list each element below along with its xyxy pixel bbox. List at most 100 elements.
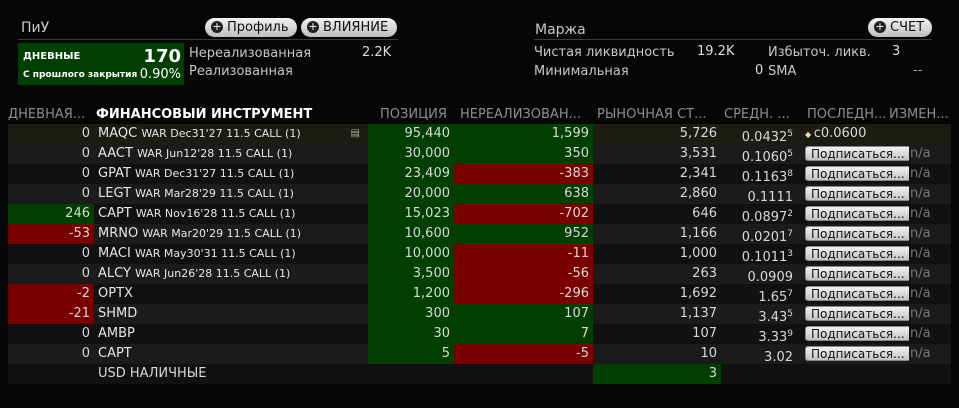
col-header-change[interactable]: ИЗМЕН... bbox=[889, 107, 955, 122]
instrument-symbol: MRNO bbox=[98, 226, 139, 241]
subscribe-button[interactable]: Подписаться... bbox=[805, 246, 909, 261]
impact-button[interactable]: + ВЛИЯНИЕ bbox=[301, 18, 397, 37]
table-row[interactable]: 0 ALCY WAR Jun26'28 11.5 CALL (1) 3,500 -56… bbox=[8, 264, 951, 284]
position-cell-text: 10,000 bbox=[404, 246, 451, 261]
avg-price-text: 0.0432 bbox=[741, 130, 788, 144]
avg-price-text: 3.02 bbox=[764, 350, 793, 364]
col-header-last[interactable]: ПОСЛЕДН... bbox=[807, 107, 887, 122]
last-price-cell[interactable]: Подписаться... bbox=[799, 204, 909, 224]
unrealized-pnl-cell: -296 bbox=[454, 284, 593, 304]
avg-price-fraction: 5 bbox=[787, 309, 793, 319]
instrument-symbol: OPTX bbox=[98, 286, 133, 301]
table-row[interactable]: 0 AMBP 30 7 107 3.339 Подписаться... n/a bbox=[8, 324, 951, 344]
table-row[interactable]: 0 CAPT 5 -5 10 3.02 Подписаться... n/a bbox=[8, 344, 951, 364]
instrument-cell[interactable]: LEGT WAR Mar28'29 11.5 CALL (1) bbox=[96, 184, 376, 204]
avg-price-cell: 3.435 bbox=[721, 304, 797, 324]
pnl-title: ПиУ bbox=[21, 20, 50, 36]
last-price-cell[interactable]: Подписаться... bbox=[799, 344, 909, 364]
last-price-cell[interactable]: Подписаться... bbox=[799, 324, 909, 344]
note-icon[interactable]: ▤ bbox=[351, 124, 360, 144]
instrument-cell[interactable]: MACI WAR May30'31 11.5 CALL (1) bbox=[96, 244, 376, 264]
avg-price-text: 0.1011 bbox=[741, 250, 788, 264]
account-button[interactable]: + СЧЕТ bbox=[868, 18, 932, 37]
change-cell bbox=[910, 124, 951, 144]
instrument-desc: WAR Dec31'27 11.5 CALL (1) bbox=[135, 167, 295, 180]
daily-pnl-cell: 0 bbox=[8, 244, 94, 264]
subscribe-button[interactable]: Подписаться... bbox=[805, 226, 909, 241]
table-row[interactable]: 0 MAQC WAR Dec31'27 11.5 CALL (1) ▤ 95,440 1… bbox=[8, 124, 951, 144]
table-row[interactable]: -2 OPTX 1,200 -296 1,692 1.657 Подписаться... n… bbox=[8, 284, 951, 304]
cash-market-value: 3 bbox=[593, 364, 721, 384]
change-cell: n/a bbox=[910, 184, 951, 204]
position-cell-text: 300 bbox=[425, 306, 450, 321]
col-header-avg-price[interactable]: СРЕДН. ... bbox=[724, 107, 800, 122]
position-cell-text: 1,200 bbox=[412, 286, 450, 301]
change-cell: n/a bbox=[910, 224, 951, 244]
unrealized-pnl-cell: -11 bbox=[454, 244, 593, 264]
subscribe-button[interactable]: Подписаться... bbox=[805, 306, 909, 321]
instrument-cell[interactable]: CAPT WAR Nov16'28 11.5 CALL (1) bbox=[96, 204, 376, 224]
unrealized-pnl-cell-text: -5 bbox=[576, 346, 589, 361]
unrealized-pnl-cell-text: 107 bbox=[564, 306, 589, 321]
col-header-instrument[interactable]: ФИНАНСОВЫЙ ИНСТРУМЕНТ bbox=[96, 107, 366, 122]
subscribe-button[interactable]: Подписаться... bbox=[805, 146, 909, 161]
last-price-cell[interactable]: Подписаться... bbox=[799, 244, 909, 264]
profile-button[interactable]: + Профиль bbox=[205, 18, 297, 37]
instrument-cell[interactable]: MAQC WAR Dec31'27 11.5 CALL (1) ▤ bbox=[96, 124, 376, 144]
table-row[interactable]: 0 MACI WAR May30'31 11.5 CALL (1) 10,000 -1… bbox=[8, 244, 951, 264]
market-value-cell: 2,341 bbox=[593, 164, 721, 184]
col-header-position[interactable]: ПОЗИЦИЯ bbox=[380, 107, 456, 122]
minimal-label: Минимальная bbox=[534, 64, 629, 79]
instrument-symbol: MACI bbox=[98, 246, 131, 261]
table-row[interactable]: -21 SHMD 300 107 1,137 3.435 Подписаться... n/a bbox=[8, 304, 951, 324]
unrealized-pnl-cell: 107 bbox=[454, 304, 593, 324]
last-price-cell[interactable]: Подписаться... bbox=[799, 304, 909, 324]
unrealized-pnl-cell: 952 bbox=[454, 224, 593, 244]
unrealized-label: Нереализованная bbox=[189, 46, 312, 61]
instrument-cell[interactable]: AMBP bbox=[96, 324, 376, 344]
instrument-cell[interactable]: CAPT bbox=[96, 344, 376, 364]
last-price-cell[interactable]: Подписаться... bbox=[799, 224, 909, 244]
table-row[interactable]: 0 GPAT WAR Dec31'27 11.5 CALL (1) 23,409 -3… bbox=[8, 164, 951, 184]
daily-pnl-cell: 0 bbox=[8, 344, 94, 364]
table-row[interactable]: 246 CAPT WAR Nov16'28 11.5 CALL (1) 15,023… bbox=[8, 204, 951, 224]
position-cell-text: 3,500 bbox=[412, 266, 450, 281]
subscribe-button[interactable]: Подписаться... bbox=[805, 286, 909, 301]
avg-price-cell: 0.11638 bbox=[721, 164, 797, 184]
col-header-market-value[interactable]: РЫНОЧНАЯ СТ... bbox=[597, 107, 719, 122]
avg-price-text: 0.0909 bbox=[747, 270, 794, 284]
instrument-cell[interactable]: SHMD bbox=[96, 304, 376, 324]
instrument-cell[interactable]: GPAT WAR Dec31'27 11.5 CALL (1) bbox=[96, 164, 376, 184]
unrealized-pnl-cell-text: 638 bbox=[564, 186, 589, 201]
subscribe-button[interactable]: Подписаться... bbox=[805, 346, 909, 361]
instrument-cell[interactable]: MRNO WAR Mar20'29 11.5 CALL (1) bbox=[96, 224, 376, 244]
market-value-cell-text: 1,166 bbox=[679, 226, 717, 241]
unrealized-pnl-cell: 638 bbox=[454, 184, 593, 204]
last-price-cell[interactable]: Подписаться... bbox=[799, 184, 909, 204]
last-price-cell[interactable]: Подписаться... bbox=[799, 164, 909, 184]
last-price-cell[interactable]: Подписаться... bbox=[799, 264, 909, 284]
last-price-cell[interactable]: ◆ c0.0600 bbox=[799, 124, 909, 144]
change-cell-text: n/a bbox=[910, 346, 931, 361]
instrument-cell[interactable]: ALCY WAR Jun26'28 11.5 CALL (1) bbox=[96, 264, 376, 284]
subscribe-button[interactable]: Подписаться... bbox=[805, 186, 909, 201]
table-row[interactable]: 0 AACT WAR Jun12'28 11.5 CALL (1) 30,000 35… bbox=[8, 144, 951, 164]
market-value-cell: 10 bbox=[593, 344, 721, 364]
col-header-unrealized[interactable]: НЕРЕАЛИЗОВАН... bbox=[460, 107, 592, 122]
subscribe-button[interactable]: Подписаться... bbox=[805, 166, 909, 181]
table-row[interactable]: 0 LEGT WAR Mar28'29 11.5 CALL (1) 20,000 63… bbox=[8, 184, 951, 204]
table-row[interactable]: -53 MRNO WAR Mar20'29 11.5 CALL (1) 10,600… bbox=[8, 224, 951, 244]
subscribe-button[interactable]: Подписаться... bbox=[805, 266, 909, 281]
position-cell: 1,200 bbox=[368, 284, 454, 304]
last-price-cell[interactable]: Подписаться... bbox=[799, 284, 909, 304]
last-price-cell[interactable]: Подписаться... bbox=[799, 144, 909, 164]
change-cell: n/a bbox=[910, 264, 951, 284]
subscribe-button[interactable]: Подписаться... bbox=[805, 326, 909, 341]
excess-liq-label: Избыточ. ликв. bbox=[768, 45, 871, 60]
instrument-cell[interactable]: AACT WAR Jun12'28 11.5 CALL (1) bbox=[96, 144, 376, 164]
col-header-daily[interactable]: ДНЕВНАЯ... bbox=[8, 107, 92, 122]
change-cell-text: n/a bbox=[910, 226, 931, 241]
unrealized-pnl-cell: -383 bbox=[454, 164, 593, 184]
instrument-cell[interactable]: OPTX bbox=[96, 284, 376, 304]
subscribe-button[interactable]: Подписаться... bbox=[805, 206, 909, 221]
